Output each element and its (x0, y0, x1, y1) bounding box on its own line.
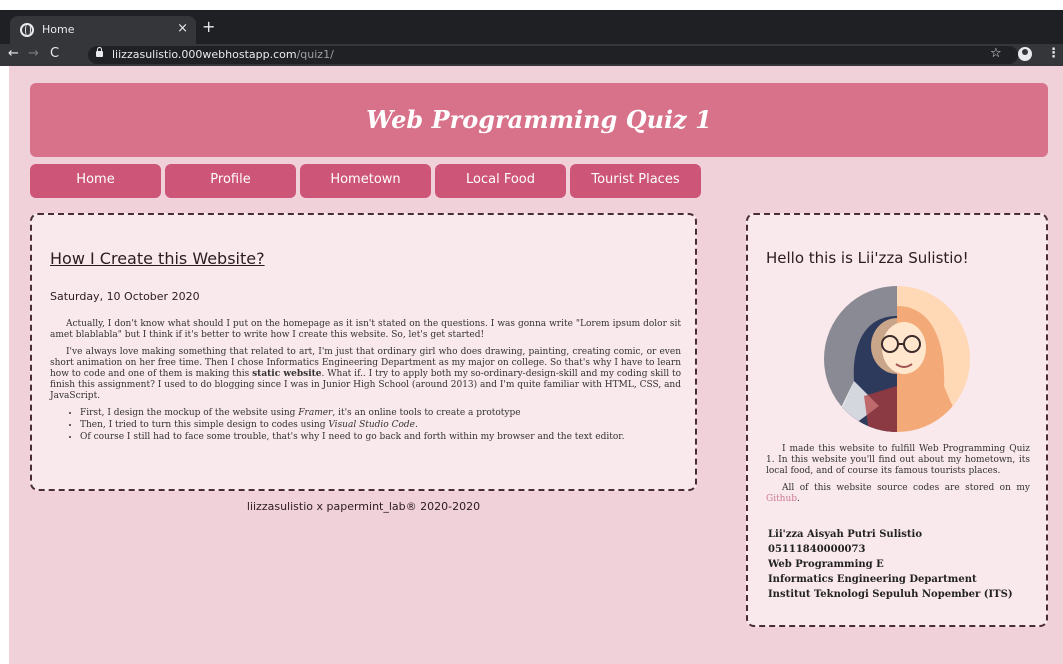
profile-description: I made this website to fulfill Web Progr… (766, 444, 1030, 511)
forward-icon[interactable]: → (28, 47, 39, 61)
article-body: Actually, I don't know what should I put… (50, 319, 681, 444)
browser-tab-home[interactable]: Home × (10, 16, 196, 44)
text-run: First, I design the mockup of the websit… (80, 408, 299, 418)
address-bar[interactable]: liizzasulistio.000webhostapp.com/quiz1/ (88, 46, 1018, 64)
profile-paragraph: All of this website source codes are sto… (766, 483, 1030, 505)
browser-tab-bar: Home × + (0, 10, 1063, 44)
back-icon[interactable]: ← (8, 47, 19, 61)
site-title: Web Programming Quiz 1 (366, 105, 712, 134)
info-class: Web Programming E (768, 559, 884, 570)
page-content: Web Programming Quiz 1 Home Profile Home… (9, 66, 1063, 664)
nav-item-tourist-places[interactable]: Tourist Places (570, 164, 701, 198)
profile-card: Hello this is Lii'zza Sulistio! I made t… (746, 213, 1048, 627)
nav-item-home[interactable]: Home (30, 164, 161, 198)
close-icon[interactable]: × (177, 21, 188, 36)
profile-info: Lii'zza Aisyah Putri Sulistio 0511184000… (768, 527, 1013, 602)
info-university: Institut Teknologi Sepuluh Nopember (ITS… (768, 589, 1013, 600)
list-item: First, I design the mockup of the websit… (80, 408, 681, 419)
article-paragraph: Actually, I don't know what should I put… (50, 319, 681, 340)
url-host: liizzasulistio.000webhostapp.com (112, 48, 297, 61)
article-list: First, I design the mockup of the websit… (80, 408, 681, 443)
profile-greeting: Hello this is Lii'zza Sulistio! (766, 249, 969, 267)
avatar-illustration (824, 286, 970, 432)
bold-text: static website (252, 369, 322, 379)
github-link[interactable]: Github (766, 494, 797, 504)
browser-toolbar: ← → C liizzasulistio.000webhostapp.com/q… (0, 44, 1063, 66)
footer-credit: liizzasulistio x papermint_lab® 2020-202… (246, 500, 481, 513)
profile-icon[interactable] (1018, 47, 1032, 61)
text-run: All of this website source codes are sto… (782, 483, 1030, 493)
tab-title: Home (42, 23, 75, 36)
nav-item-hometown[interactable]: Hometown (300, 164, 431, 198)
article-title: How I Create this Website? (50, 249, 265, 268)
url-path: /quiz1/ (296, 48, 334, 61)
text-run: . (414, 420, 418, 430)
bookmark-star-icon[interactable]: ☆ (990, 47, 1002, 61)
text-run: . (797, 494, 800, 504)
info-student-id: 05111840000073 (768, 544, 866, 555)
list-item: Of course I still had to face some troub… (80, 432, 681, 443)
text-run: , it's an online tools to create a proto… (332, 408, 521, 418)
article-date: Saturday, 10 October 2020 (50, 290, 200, 303)
site-header: Web Programming Quiz 1 (30, 83, 1048, 157)
article-card: How I Create this Website? Saturday, 10 … (30, 213, 697, 491)
new-tab-icon[interactable]: + (202, 19, 215, 35)
list-item: Then, I tried to turn this simple design… (80, 420, 681, 431)
reload-icon[interactable]: C (50, 47, 59, 61)
text-run: Then, I tried to turn this simple design… (80, 420, 329, 430)
article-paragraph: I've always love making something that r… (50, 347, 681, 402)
avatar (824, 286, 970, 432)
menu-icon[interactable]: ⋮ (1047, 46, 1060, 61)
profile-paragraph: I made this website to fulfill Web Progr… (766, 444, 1030, 476)
info-department: Informatics Engineering Department (768, 574, 977, 585)
globe-icon (20, 23, 34, 37)
url-text[interactable]: liizzasulistio.000webhostapp.com/quiz1/ (112, 48, 334, 61)
info-name: Lii'zza Aisyah Putri Sulistio (768, 529, 923, 540)
lock-icon[interactable] (96, 47, 103, 57)
nav-item-profile[interactable]: Profile (165, 164, 296, 198)
emphasis-text: Visual Studio Code (328, 420, 415, 430)
emphasis-text: Framer (298, 408, 333, 418)
nav-item-local-food[interactable]: Local Food (435, 164, 566, 198)
